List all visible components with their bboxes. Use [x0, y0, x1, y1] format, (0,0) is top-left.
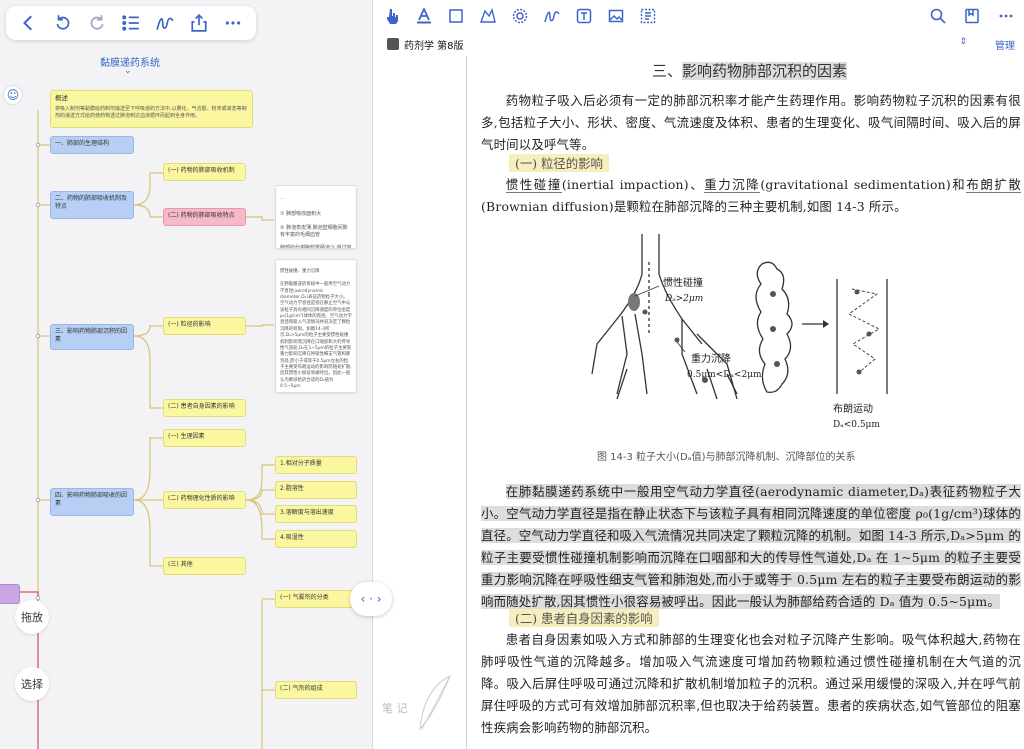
paragraph-mechanisms: 惯性碰撞(inertial impaction)、重力沉降(gravitatio… — [481, 174, 1021, 218]
label-brownian: 布朗运动 — [833, 403, 873, 415]
book-icon — [387, 38, 399, 50]
drag-mode-button[interactable]: 拖放 — [15, 600, 49, 634]
term-sedimentation-en: (gravitational sedimentation)和 — [760, 177, 967, 192]
share-icon[interactable] — [188, 12, 210, 34]
term-inertial-impaction-en: (inertial impaction)、 — [561, 177, 705, 192]
node-absorption-mechanism-sub[interactable]: (一) 药物的肺部吸收机制 — [163, 163, 246, 181]
paragraph-patient-factors: 患者自身因素如吸入方式和肺部的生理变化也会对粒子沉降产生影响。吸气体积越大,药物… — [481, 632, 1021, 735]
node-summary[interactable]: 概述 将吸入制剂等黏膜给药制剂输送至下呼吸道的方法中,以雾化、气溶胶、粉末或液态… — [50, 90, 253, 128]
pdf-toolbar — [373, 0, 1024, 32]
more-icon[interactable] — [997, 7, 1015, 25]
node-other[interactable]: (三) 其他 — [163, 557, 246, 575]
node-lipophilicity[interactable]: 2.脂溶性 — [275, 481, 357, 499]
resize-arrows-icon: ‹ · › — [360, 592, 382, 606]
more-icon[interactable] — [222, 12, 244, 34]
mindmap-toolbar — [6, 6, 256, 40]
node-physiological-factors[interactable]: (一) 生理因素 — [163, 429, 246, 447]
node-collapsed-branch[interactable] — [0, 584, 20, 604]
settings-icon[interactable] — [511, 7, 529, 25]
search-icon[interactable] — [929, 7, 947, 25]
label-impaction-size: Dₐ>2μm — [664, 294, 703, 304]
image-icon[interactable] — [607, 7, 625, 25]
node-absorption-mechanism[interactable]: 二、药物的肺部吸收机制及特点 — [50, 191, 134, 219]
feather-icon — [419, 674, 451, 731]
node-absorption-factors[interactable]: 四、影响药物肺部吸收的因素 — [50, 488, 134, 516]
figure-caption: 图 14-3 粒子大小(Dₐ值)与肺部沉降机制、沉降部位的关系 — [597, 452, 856, 463]
node-patient-factors[interactable]: (二) 患者自身因素的影响 — [163, 399, 246, 417]
section-heading: 三、影响药物肺部沉积的因素 — [652, 60, 848, 81]
node-aerosol-classification[interactable]: (一) 气雾剂的分类 — [275, 590, 357, 608]
label-brownian-size: Dₐ<0.5μm — [833, 420, 880, 430]
term-inertial-impaction: 惯性碰撞 — [505, 177, 562, 193]
notes-watermark: 笔 记 — [378, 670, 458, 740]
note-absorption-features-text: ① 肺部吸收面积大 ② 肺泡表皮薄,肺泡壁细胞间隙有丰富的毛细血管 肺部的代谢酶… — [280, 211, 352, 249]
text-highlight-icon[interactable] — [415, 7, 433, 25]
notes-watermark-text: 笔 记 — [382, 702, 408, 715]
term-sedimentation: 重力沉降 — [704, 177, 761, 193]
pointer-icon[interactable] — [383, 7, 401, 25]
pdf-pane[interactable]: 药剂学 第8版 ⇕ 管理 三、影响药物肺部沉积的因素 药物粒子吸入后必须有一定的… — [372, 0, 1024, 749]
paragraph-aerodynamic-diameter: 在肺黏膜递药系统中一般用空气动力学直径(aerodynamic diameter… — [481, 481, 1021, 613]
node-physiology[interactable]: 一、肺部的生理结构 — [50, 136, 134, 154]
split-view-handle[interactable]: ‹ · › — [350, 582, 392, 616]
undo-icon[interactable] — [52, 12, 74, 34]
document-header: 药剂学 第8版 ⇕ 管理 — [373, 34, 1024, 54]
pdf-page[interactable]: 三、影响药物肺部沉积的因素 药物粒子吸入后必须有一定的肺部沉积率才能产生药理作用… — [466, 56, 1024, 749]
smiley-icon[interactable]: ☺ — [3, 85, 23, 105]
paragraph-aerodynamic-diameter-text: 在肺黏膜递药系统中一般用空气动力学直径(aerodynamic diameter… — [481, 484, 1021, 609]
subheading-particle-size: (一) 粒径的影响 — [509, 154, 609, 172]
node-summary-title: 概述 — [55, 94, 68, 102]
book-title[interactable]: 药剂学 第8版 — [404, 37, 464, 52]
bookmark-icon[interactable] — [963, 7, 981, 25]
chevron-down-icon[interactable]: ⌄ — [124, 66, 132, 76]
subheading-patient-factors: (二) 患者自身因素的影响 — [509, 609, 659, 627]
node-hygroscopicity[interactable]: 4.吸湿性 — [275, 530, 357, 548]
node-particle-size[interactable]: (一) 粒径的影响 — [163, 317, 246, 335]
outline-list-icon[interactable] — [120, 12, 142, 34]
draw-icon[interactable] — [154, 12, 176, 34]
mindmap-pane[interactable]: 黏膜递药系统 ⌄ ☺ 概述 将吸入制剂等黏膜给药制剂输送至下呼吸道的方法中,以雾… — [0, 0, 372, 749]
label-impaction: 惯性碰撞 — [663, 276, 703, 289]
node-summary-text: 将吸入制剂等黏膜给药制剂输送至下呼吸道的方法中,以雾化、气溶胶、粉末或液态等制剂… — [55, 105, 247, 119]
lasso-icon[interactable] — [479, 7, 497, 25]
pen-icon[interactable] — [543, 7, 561, 25]
redo-icon[interactable] — [86, 12, 108, 34]
node-solubility[interactable]: 3.溶解度与溶出速度 — [275, 505, 357, 523]
node-deposition-factors[interactable]: 三、影响药物肺部沉积的因素 — [50, 324, 134, 350]
intro-paragraph: 药物粒子吸入后必须有一定的肺部沉积率才能产生药理作用。影响药物粒子沉积的因素有很… — [481, 93, 1021, 152]
node-molecular-weight[interactable]: 1.相对分子质量 — [275, 456, 357, 474]
rectangle-select-icon[interactable] — [447, 7, 465, 25]
node-physicochemical[interactable]: (二) 药物理化性质的影响 — [163, 491, 246, 509]
sort-icon[interactable]: ⇕ — [959, 37, 967, 47]
node-aerosol-composition[interactable]: (二) 气剂的组成 — [275, 681, 357, 699]
text-box-icon[interactable] — [575, 7, 593, 25]
node-absorption-features[interactable]: (二) 药物的肺部吸收特点 — [163, 208, 246, 226]
paragraph-mechanisms-tail: (Brownian diffusion)是颗粒在肺部沉降的三种主要机制,如图 1… — [481, 199, 907, 214]
label-sedimentation-size: 0.5μm<Dₐ<2μm — [687, 370, 762, 380]
section-heading-text: 影响药物肺部沉积的因素 — [682, 62, 848, 80]
note-particle-size[interactable]: 惯性碰撞、重力沉降 在肺黏膜递药系统中一般用空气动力学直径(aerodynami… — [275, 259, 357, 393]
select-mode-button[interactable]: 选择 — [15, 667, 49, 701]
section-heading-prefix: 三、 — [652, 62, 683, 80]
text-select-icon[interactable] — [639, 7, 657, 25]
term-brownian: 布朗扩散 — [966, 177, 1021, 193]
back-icon[interactable] — [18, 12, 40, 34]
note-particle-size-text: 惯性碰撞、重力沉降 在肺黏膜递药系统中一般用空气动力学直径(aerodynami… — [280, 269, 352, 390]
manage-button[interactable]: 管理 — [995, 37, 1015, 52]
label-sedimentation: 重力沉降 — [691, 352, 731, 365]
note-absorption-features[interactable]: ··· ① 肺部吸收面积大 ② 肺泡表皮薄,肺泡壁细胞间隙有丰富的毛细血管 肺部… — [275, 185, 357, 249]
figure-14-3: 惯性碰撞 Dₐ>2μm 重力沉降 0.5μm<Dₐ<2μm 布朗运动 Dₐ<0.… — [591, 234, 888, 430]
